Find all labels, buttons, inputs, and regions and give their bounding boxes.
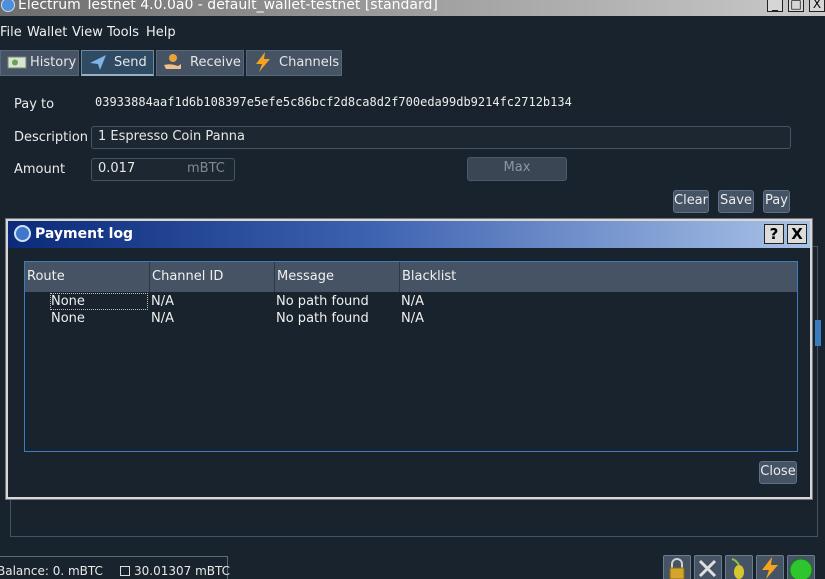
window-title: Electrum Testnet 4.0.0a0 - default_walle… [18,0,438,13]
menu-view[interactable]: View [72,25,103,40]
menu-file[interactable]: File [0,25,22,40]
description-value: 1 Espresso Coin Panna [98,129,246,144]
message-cell: No path found [276,311,369,326]
dialog-title: Payment log [35,226,134,242]
column-header-blacklist[interactable]: Blacklist [400,262,797,292]
pay-button[interactable]: Pay [763,190,790,213]
help-button[interactable]: ? [764,224,784,244]
panel-scroll-handle[interactable] [815,320,821,346]
description-label: Description [14,130,89,145]
description-input[interactable]: 1 Espresso Coin Panna [91,126,791,149]
close-window-button[interactable]: X [809,0,825,12]
column-header-channel-id[interactable]: Channel ID [150,262,275,292]
history-icon [7,51,27,82]
maximize-button[interactable]: □ [788,0,804,12]
route-cell: None [51,311,85,326]
channel-id-cell: N/A [151,294,174,309]
send-icon [88,51,108,82]
lightning-icon [253,51,273,82]
tab-channels[interactable]: Channels [246,50,342,76]
lightning-balance-text: 30.01307 mBTC [134,564,230,578]
window-title-bar: Electrum Testnet 4.0.0a0 - default_walle… [0,0,825,16]
seed-icon[interactable] [725,555,753,579]
menu-bar: File Wallet View Tools Help [0,23,825,43]
pay-to-input[interactable]: 03933884aaf1d6b108397e5efe5c86bcf2d8ca8d… [95,95,572,109]
lightning-balance-icon [120,566,130,576]
tab-receive[interactable]: Receive [156,50,244,76]
lightning-icon[interactable] [756,555,784,579]
blacklist-cell: N/A [401,294,424,309]
clear-button[interactable]: Clear [673,190,709,213]
tools-icon[interactable] [694,555,722,579]
tab-history[interactable]: History [0,50,79,76]
amount-unit: mBTC [187,161,225,176]
electrum-logo-icon [14,225,31,242]
column-header-route[interactable]: Route [25,262,150,292]
pay-to-label: Pay to [14,97,55,112]
balance-text: Balance: 0. mBTC [0,564,103,578]
amount-label: Amount [14,162,66,177]
channel-id-cell: N/A [151,311,174,326]
menu-wallet[interactable]: Wallet [27,25,67,40]
menu-tools[interactable]: Tools [107,25,139,40]
close-button[interactable]: Close [759,461,797,484]
receive-icon [163,51,183,82]
electrum-logo-icon [1,0,15,12]
payment-log-dialog: Payment log ? X Route Channel ID Message… [6,219,812,499]
payment-log-table: Route Channel ID Message Blacklist None … [24,261,798,452]
network-status-icon[interactable] [787,555,815,579]
lock-icon[interactable] [663,555,691,579]
route-cell: None [50,293,148,310]
minimize-button[interactable]: _ [767,0,783,12]
menu-help[interactable]: Help [146,25,176,40]
tab-send[interactable]: Send [81,50,154,76]
amount-input[interactable]: 0.017 mBTC [91,158,235,181]
column-header-message[interactable]: Message [275,262,400,292]
dialog-close-x-button[interactable]: X [787,224,807,244]
message-cell: No path found [276,294,369,309]
dialog-title-bar: Payment log ? X [8,221,810,248]
save-button[interactable]: Save [718,190,754,213]
amount-value: 0.017 [98,161,136,176]
blacklist-cell: N/A [401,311,424,326]
max-button[interactable]: Max [467,157,567,181]
